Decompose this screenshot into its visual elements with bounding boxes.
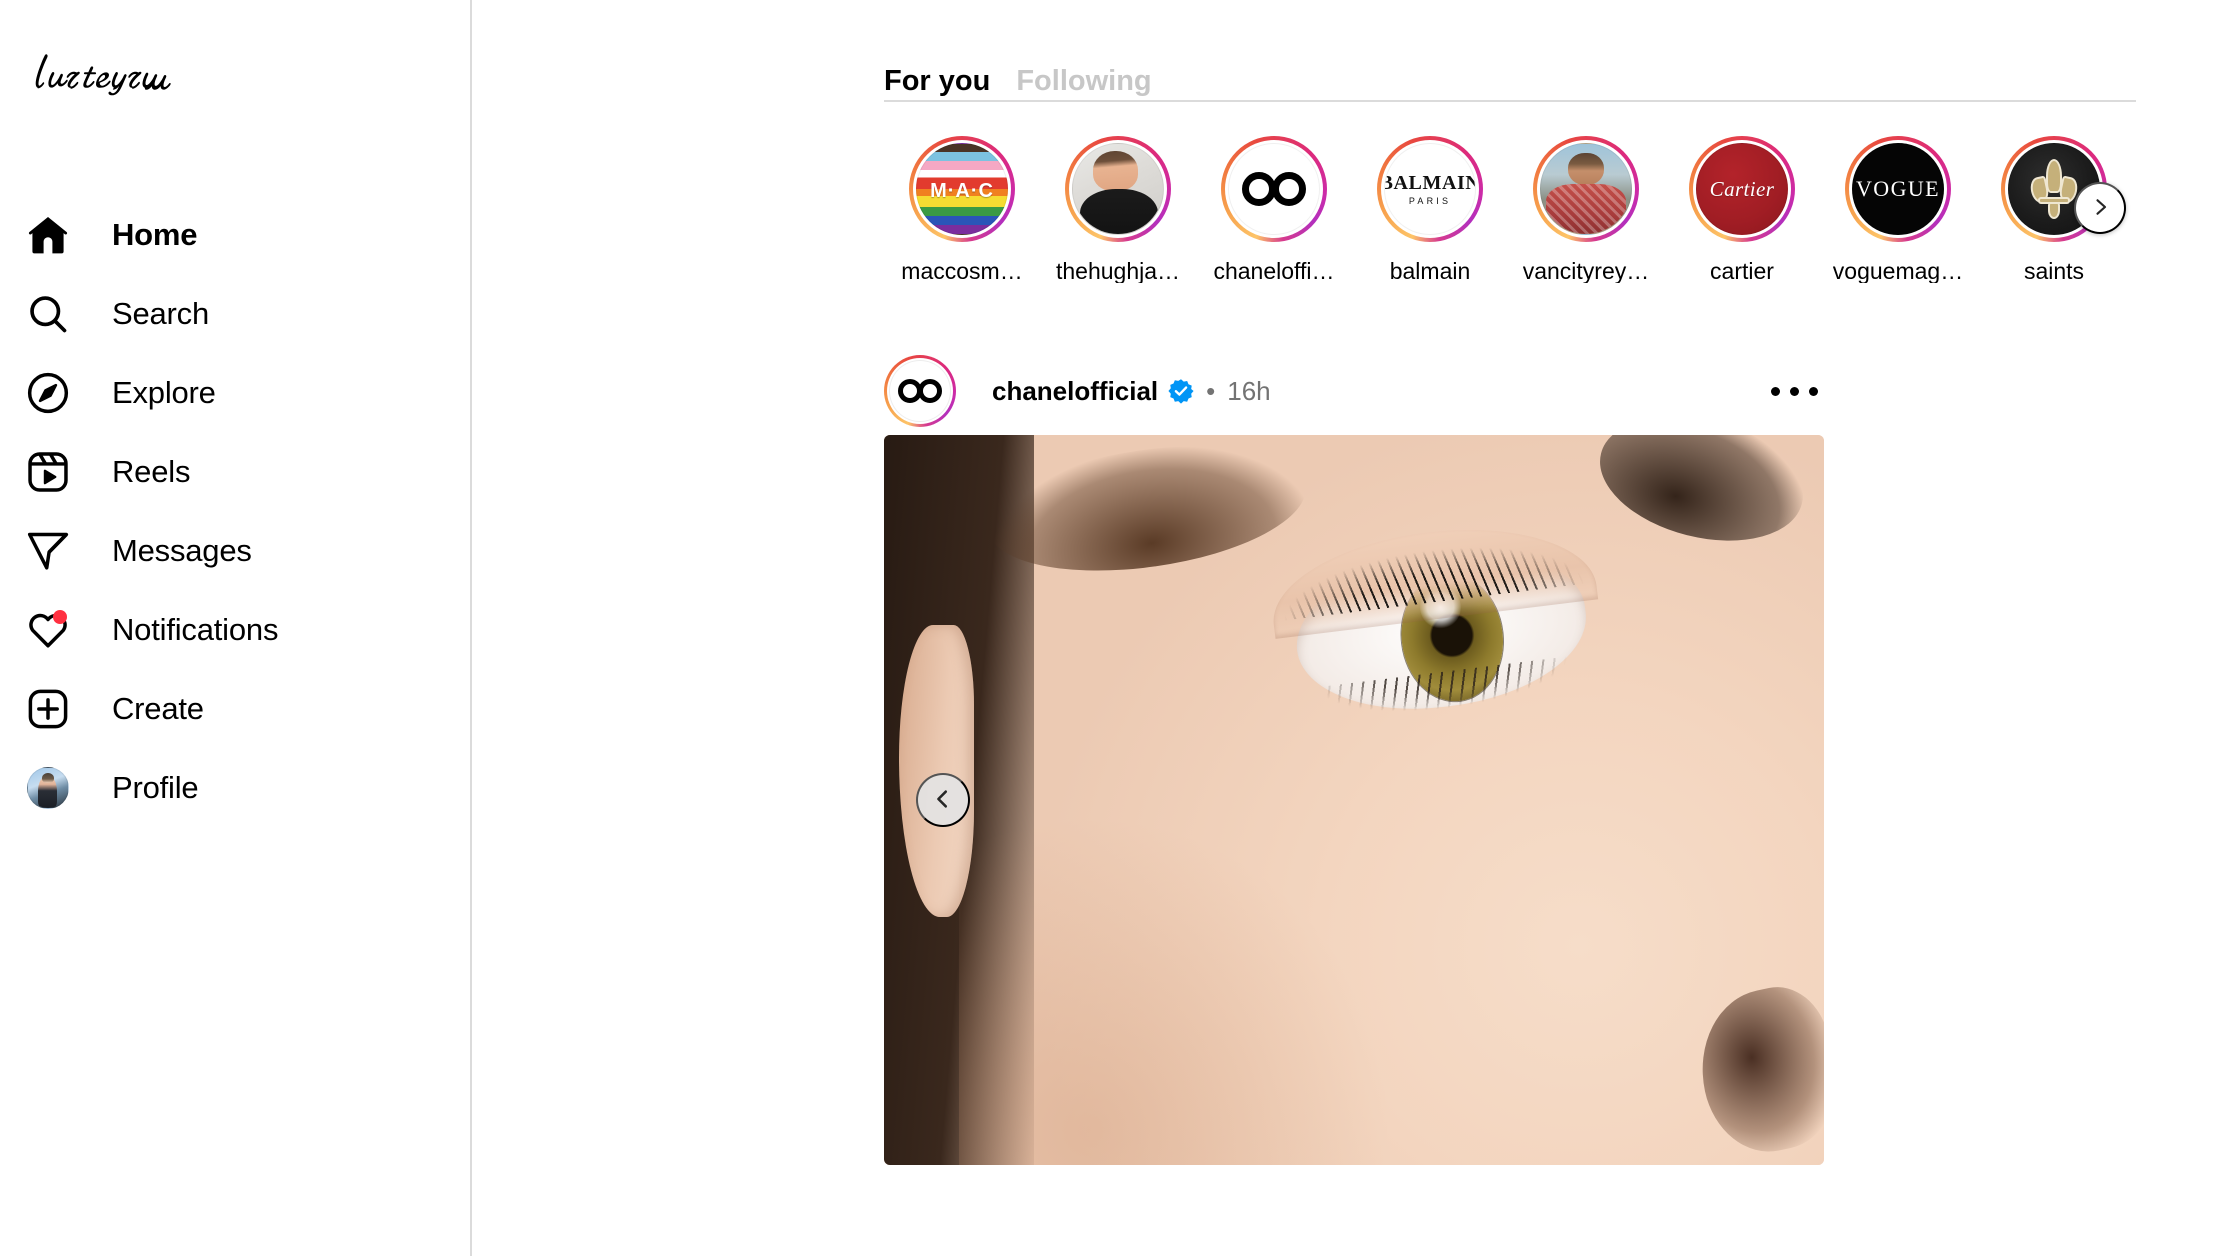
post-username[interactable]: chanelofficial [992, 378, 1158, 404]
story-username: vancityrey… [1522, 260, 1650, 283]
story-ring [1065, 136, 1171, 242]
story-ring [1533, 136, 1639, 242]
story-ring: M·A·C [909, 136, 1015, 242]
story-item[interactable]: VOGUE voguemag… [1820, 136, 1976, 283]
sidebar-item-create[interactable]: Create [0, 669, 472, 748]
feed-column: For you Following M·A·C maccosm… thehugh… [884, 0, 2136, 1165]
post-author-avatar[interactable] [884, 355, 956, 427]
sidebar-item-messages[interactable]: Messages [0, 511, 472, 590]
profile-avatar [22, 762, 74, 814]
story-username: saints [2023, 260, 2085, 283]
sidebar-item-search[interactable]: Search [0, 274, 472, 353]
feed-post: chanelofficial • 16h [884, 347, 1824, 1165]
story-ring [1221, 136, 1327, 242]
reels-icon [22, 446, 74, 498]
main-content: For you Following M·A·C maccosm… thehugh… [472, 0, 2236, 1256]
post-header: chanelofficial • 16h [884, 347, 1824, 435]
sidebar-item-label: Search [112, 296, 210, 331]
verified-badge-icon [1168, 378, 1194, 404]
home-icon [22, 209, 74, 261]
sidebar-item-label: Reels [112, 454, 191, 489]
avatar [27, 766, 69, 809]
sidebar-item-profile[interactable]: Profile [0, 748, 472, 827]
story-item[interactable]: BALMAIN PARIS balmain [1352, 136, 1508, 283]
more-options-icon[interactable] [1764, 361, 1824, 421]
sidebar-item-explore[interactable]: Explore [0, 353, 472, 432]
sidebar-nav: Home Search Explore Reels Messages Notif… [0, 195, 472, 827]
post-media[interactable] [884, 435, 1824, 1165]
story-item[interactable]: chaneloffi… [1196, 136, 1352, 283]
mac-cosmetics-logo: M·A·C [916, 143, 1008, 235]
search-icon [22, 288, 74, 340]
chanel-logo [1228, 143, 1320, 235]
sidebar-item-home[interactable]: Home [0, 195, 472, 274]
sidebar: Home Search Explore Reels Messages Notif… [0, 0, 472, 1256]
tabs-divider [884, 100, 2136, 102]
sidebar-item-label: Messages [112, 533, 252, 568]
story-item[interactable]: M·A·C maccosm… [884, 136, 1040, 283]
instagram-app: Home Search Explore Reels Messages Notif… [0, 0, 2236, 1256]
sidebar-item-notifications[interactable]: Notifications [0, 590, 472, 669]
sidebar-item-label: Profile [112, 770, 199, 805]
story-username: cartier [1710, 260, 1774, 283]
paper-plane-icon [22, 525, 74, 577]
chevron-left-icon [932, 788, 954, 813]
post-timestamp[interactable]: 16h [1227, 378, 1270, 404]
vogue-logo: VOGUE [1852, 143, 1944, 235]
hugh-jackman-photo [1072, 143, 1164, 235]
carousel-previous-button[interactable] [916, 773, 970, 827]
ryan-reynolds-photo [1540, 143, 1632, 235]
story-username: thehughja… [1055, 260, 1181, 283]
heart-icon [22, 604, 74, 656]
story-username: chaneloffi… [1213, 260, 1335, 283]
sidebar-item-label: Notifications [112, 612, 279, 647]
post-meta: chanelofficial • 16h [992, 378, 1271, 404]
story-item[interactable]: thehughja… [1040, 136, 1196, 283]
notification-badge-dot [53, 609, 67, 624]
story-ring: BALMAIN PARIS [1377, 136, 1483, 242]
story-item[interactable]: Cartier cartier [1664, 136, 1820, 283]
chanel-logo [889, 360, 951, 422]
story-ring: VOGUE [1845, 136, 1951, 242]
instagram-logo[interactable] [28, 38, 288, 108]
post-image [884, 435, 1824, 1165]
chevron-right-icon [2090, 197, 2110, 220]
story-username: voguemag… [1832, 260, 1964, 283]
post-separator: • [1206, 376, 1216, 406]
sidebar-item-label: Create [112, 691, 204, 726]
story-username: balmain [1389, 260, 1471, 283]
stories-tray: M·A·C maccosm… thehughja… chaneloffi… BA… [884, 136, 2136, 283]
plus-square-icon [22, 683, 74, 735]
tab-following[interactable]: Following [1016, 67, 1151, 96]
tab-for-you[interactable]: For you [884, 67, 990, 96]
feed-tabs: For you Following [884, 0, 2136, 96]
sidebar-item-label: Home [112, 217, 198, 252]
story-ring: Cartier [1689, 136, 1795, 242]
story-username: maccosm… [901, 260, 1023, 283]
sidebar-item-label: Explore [112, 375, 216, 410]
stories-next-button[interactable] [2074, 182, 2126, 234]
story-item[interactable]: vancityrey… [1508, 136, 1664, 283]
cartier-logo: Cartier [1696, 143, 1788, 235]
balmain-paris-logo: BALMAIN PARIS [1384, 143, 1476, 235]
compass-icon [22, 367, 74, 419]
sidebar-item-reels[interactable]: Reels [0, 432, 472, 511]
